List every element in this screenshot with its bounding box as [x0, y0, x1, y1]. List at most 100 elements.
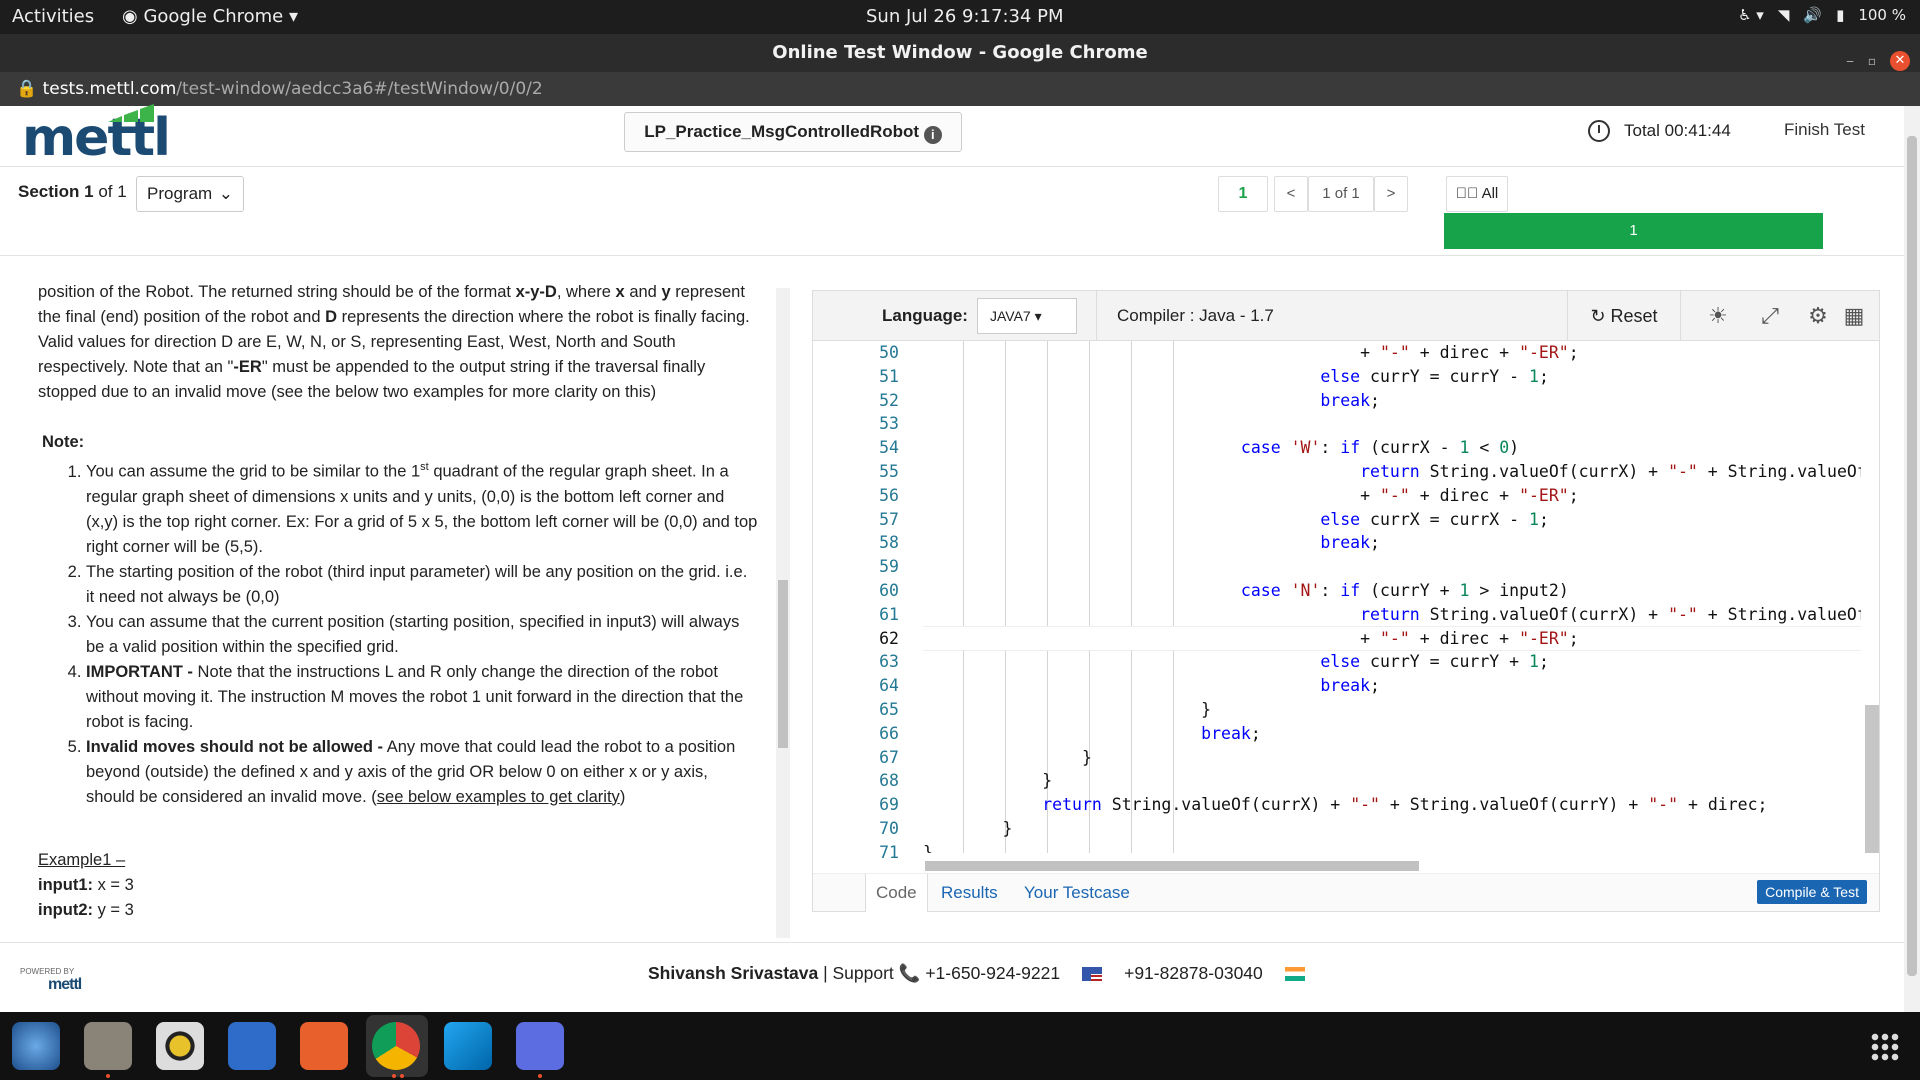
chrome-icon[interactable]: [372, 1022, 420, 1070]
gear-icon[interactable]: ⚙: [1805, 303, 1831, 329]
rhythmbox-icon[interactable]: [156, 1022, 204, 1070]
language-label: Language:: [882, 306, 968, 325]
accessibility-icon[interactable]: ♿ ▾: [1738, 6, 1764, 24]
compile-test-button[interactable]: Compile & Test: [1757, 880, 1867, 904]
reset-label: Reset: [1610, 306, 1658, 326]
code-line: else currY = currY + 1;: [1320, 652, 1549, 672]
line-number-gutter: 50 51 52 53 54 55 56 57 58 59 60 61 62 63 64 65 66 67 68 69…: [813, 341, 921, 862]
tab-your-testcase[interactable]: Your Testcase: [1024, 874, 1130, 912]
section-select-value: Program: [147, 184, 213, 203]
system-top-bar: Activities ◉ Google Chrome ▾ Sun Jul 26 …: [0, 0, 1920, 34]
example-heading: Example1 –: [38, 850, 126, 869]
code-line: }: [923, 842, 933, 853]
close-icon[interactable]: ✕: [1890, 51, 1910, 71]
software-store-icon[interactable]: [300, 1022, 348, 1070]
code-line: break;: [1320, 390, 1380, 410]
lightbulb-icon[interactable]: ☀: [1705, 303, 1731, 329]
phone-us: +1-650-924-9221: [925, 963, 1061, 983]
editor-tabs: Code Results Your Testcase Compile & Tes…: [813, 873, 1879, 912]
volume-icon: 🔊: [1803, 6, 1823, 24]
test-title[interactable]: LP_Practice_MsgControlledRobot i: [624, 112, 962, 152]
header-divider: [0, 166, 1904, 167]
writer-icon[interactable]: [228, 1022, 276, 1070]
code-line: else currY = currY - 1;: [1320, 366, 1549, 386]
prev-page-button[interactable]: <: [1274, 176, 1308, 212]
question-scroll-thumb[interactable]: [778, 580, 788, 748]
line-number: 63: [879, 652, 899, 672]
reset-button[interactable]: ↻ Reset: [1567, 291, 1681, 341]
app-menu[interactable]: ◉ Google Chrome ▾: [122, 6, 298, 27]
section-of: of 1: [98, 182, 127, 201]
system-tray[interactable]: ♿ ▾ ◥ 🔊 ▮ 100 %: [1738, 6, 1906, 24]
next-page-button[interactable]: >: [1374, 176, 1408, 212]
line-number: 50: [879, 343, 899, 362]
line-number: 71: [879, 842, 899, 862]
phone-icon: 📞: [898, 963, 926, 983]
check-circle-icon: ✓⃝: [1455, 185, 1482, 202]
list-item: IMPORTANT - Note that the instructions L…: [86, 660, 760, 735]
line-number: 68: [879, 771, 899, 791]
candidate-name: Shivansh Srivastava: [648, 963, 819, 983]
tab-results[interactable]: Results: [941, 874, 998, 912]
editor-horizontal-scrollbar[interactable]: [925, 861, 1419, 871]
wifi-icon: ◥: [1777, 6, 1790, 24]
page-scroll-thumb[interactable]: [1907, 136, 1917, 976]
test-title-label: LP_Practice_MsgControlledRobot: [644, 122, 920, 141]
window-title: Online Test Window - Google Chrome: [772, 42, 1148, 63]
line-number: 65: [879, 699, 899, 719]
tab-code[interactable]: Code: [865, 874, 928, 912]
code-line: }: [923, 818, 1013, 838]
note-heading: Note:: [42, 433, 85, 451]
code-line: + "-" + direc + "-ER";: [923, 343, 1579, 362]
vscode-icon[interactable]: [444, 1022, 492, 1070]
files-icon[interactable]: [84, 1022, 132, 1070]
line-number: 54: [879, 438, 899, 458]
timer-label: Total 00:41:44: [1624, 121, 1731, 140]
language-select[interactable]: JAVA7 ▾: [977, 298, 1077, 334]
finish-test-button[interactable]: Finish Test: [1784, 120, 1865, 140]
section-divider: [0, 255, 1904, 256]
examples-link[interactable]: see below examples to get clarity: [377, 788, 620, 806]
question-number-button[interactable]: 1: [1218, 176, 1268, 212]
system-clock[interactable]: Sun Jul 26 9:17:34 PM: [866, 6, 1064, 27]
address-bar[interactable]: 🔒 tests.mettl.com/test-window/aedcc3a6#/…: [0, 72, 1920, 106]
list-item: The starting position of the robot (thir…: [86, 560, 760, 610]
url-host: tests.mettl.com: [42, 79, 177, 99]
editor-vertical-scrollbar[interactable]: [1865, 705, 1879, 853]
chrome-icon: ◉: [122, 6, 144, 27]
section-label: Section 1: [18, 182, 94, 201]
mettl-logo: mettl: [22, 104, 171, 168]
url-path: /test-window/aedcc3a6#/testWindow/0/0/2: [176, 79, 543, 99]
code-area[interactable]: + "-" + direc + "-ER"; else currY = curr…: [923, 341, 1861, 853]
activities-button[interactable]: Activities: [12, 6, 94, 27]
section-select[interactable]: Program ⌄: [136, 176, 244, 212]
show-apps-icon[interactable]: [1870, 1032, 1900, 1062]
code-line: + "-" + direc + "-ER";: [923, 485, 1579, 505]
tasks-icon[interactable]: [516, 1022, 564, 1070]
calculator-icon[interactable]: ▦: [1841, 303, 1867, 329]
refresh-icon: ↻: [1590, 306, 1611, 326]
timer: Total 00:41:44: [1588, 120, 1731, 142]
list-item: You can assume the grid to be similar to…: [86, 455, 760, 560]
code-line: return String.valueOf(currX) + "-" + Str…: [1042, 795, 1768, 815]
line-number: 53: [879, 414, 899, 434]
code-line: }: [923, 771, 1053, 791]
note-list: You can assume the grid to be similar to…: [86, 455, 760, 810]
thunderbird-icon[interactable]: [12, 1022, 60, 1070]
code-editor: Language: JAVA7 ▾ Compiler : Java - 1.7 …: [812, 290, 1880, 912]
line-number: 55: [879, 461, 899, 481]
code-line-current: + "-" + direc + "-ER";: [923, 625, 1861, 652]
line-number: 61: [879, 604, 899, 624]
all-questions-button[interactable]: ✓⃝ All: [1446, 176, 1508, 212]
question-progress-bar[interactable]: 1: [1444, 213, 1823, 249]
section-indicator: Section 1 of 1: [18, 182, 127, 202]
code-line: break;: [1320, 533, 1380, 553]
window-titlebar: Online Test Window - Google Chrome ‒ ▫ ✕: [0, 34, 1920, 72]
list-item: You can assume that the current position…: [86, 610, 760, 660]
info-icon[interactable]: i: [923, 126, 942, 144]
list-item: Invalid moves should not be allowed - An…: [86, 735, 760, 810]
expand-icon[interactable]: ⤢: [1757, 303, 1783, 329]
page-scrollbar[interactable]: [1904, 106, 1920, 1012]
question-scrollbar[interactable]: [776, 288, 790, 938]
question-panel: position of the Robot. The returned stri…: [38, 280, 760, 940]
